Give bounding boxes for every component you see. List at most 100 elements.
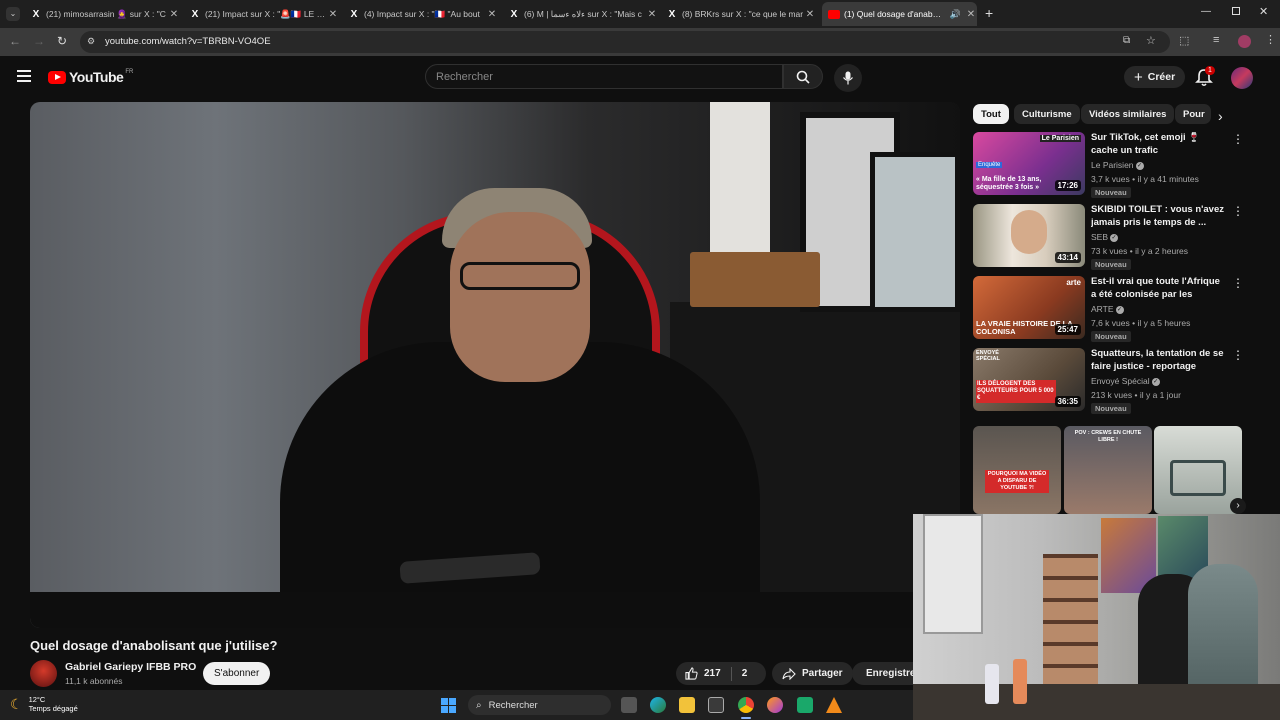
share-button[interactable]: Partager (772, 662, 853, 685)
chrome-icon[interactable] (738, 697, 754, 713)
create-label: Créer (1147, 71, 1176, 83)
chip-culturisme[interactable]: Culturisme (1014, 104, 1080, 124)
windows-start-icon[interactable] (441, 698, 456, 713)
tab-close-icon[interactable]: ✕ (646, 9, 658, 20)
youtube-play-icon (48, 70, 66, 84)
recommendation-item[interactable]: Le Parisien Enquête « Ma fille de 13 ans… (973, 132, 1273, 200)
store-icon[interactable] (708, 697, 724, 713)
new-badge: Nouveau (1091, 187, 1131, 198)
chip-for-you[interactable]: Pour (1175, 104, 1211, 124)
subscribe-button[interactable]: S'abonner (203, 662, 271, 685)
more-actions-icon[interactable]: ⋮ (1232, 276, 1244, 290)
video-thumbnail[interactable]: Le Parisien Enquête « Ma fille de 13 ans… (973, 132, 1085, 195)
minimize-window-icon[interactable]: — (1201, 6, 1211, 17)
short-thumbnail[interactable]: POV : CREWS EN CHUTE LIBRE ! (1064, 426, 1152, 514)
video-title: Quel dosage d'anabolisant que j'utilise? (30, 638, 278, 653)
share-arrow-icon (782, 667, 796, 680)
new-tab-button[interactable]: + (985, 5, 993, 21)
browser-tab[interactable]: X (21) Impact sur X : "🚨🇫🇷 LE RA ✕ (189, 4, 339, 24)
install-app-icon[interactable]: ⧉ (1123, 35, 1130, 46)
tab-close-icon[interactable]: ✕ (168, 9, 180, 20)
search-input[interactable] (426, 65, 782, 88)
video-title[interactable]: SKIBIDI TOILET : vous n'avez jamais pris… (1091, 204, 1226, 229)
account-avatar[interactable] (1231, 67, 1253, 89)
search-field[interactable] (425, 64, 783, 89)
taskbar-search[interactable]: ⌕ Rechercher (468, 695, 611, 715)
menu-hamburger-icon[interactable] (17, 70, 31, 82)
file-explorer-icon[interactable] (679, 697, 695, 713)
browser-menu-icon[interactable]: ⋮ (1265, 33, 1276, 46)
short-thumbnail[interactable] (1154, 426, 1242, 514)
channel-name[interactable]: SEB ✓ (1091, 232, 1119, 242)
bookmark-star-icon[interactable]: ☆ (1146, 34, 1156, 47)
channel-name[interactable]: Le Parisien ✓ (1091, 160, 1144, 170)
video-meta: 3,7 k vues • il y a 41 minutes (1091, 174, 1199, 184)
moon-weather-icon: ☾ (10, 695, 23, 712)
browser-tab[interactable]: X (6) M | ءلاه ءسما sur X : "Mais c ✕ (508, 4, 658, 24)
browser-tab-active[interactable]: (1) Quel dosage d'anabolisan 🔊 ✕ (822, 2, 977, 26)
channel-name[interactable]: Envoyé Spécial ✓ (1091, 376, 1160, 386)
edge-icon[interactable] (650, 697, 666, 713)
more-actions-icon[interactable]: ⋮ (1232, 204, 1244, 218)
reload-icon[interactable]: ↻ (57, 34, 67, 48)
vlc-icon[interactable] (826, 697, 842, 713)
chips-next-chevron-icon[interactable]: › (1218, 108, 1223, 124)
video-title[interactable]: Est-il vrai que toute l'Afrique a été co… (1091, 276, 1226, 301)
close-window-icon[interactable]: ✕ (1259, 5, 1268, 18)
chip-related-videos[interactable]: Vidéos similaires (1081, 104, 1175, 124)
speaker-icon[interactable]: 🔊 (950, 9, 961, 20)
site-info-icon[interactable]: ⚙ (87, 36, 95, 47)
new-badge: Nouveau (1091, 331, 1131, 342)
firefox-icon[interactable] (767, 697, 783, 713)
channel-avatar[interactable] (30, 660, 57, 687)
more-actions-icon[interactable]: ⋮ (1232, 348, 1244, 362)
profile-avatar-icon[interactable] (1238, 35, 1251, 48)
recommendation-item[interactable]: 43:14 SKIBIDI TOILET : vous n'avez jamai… (973, 204, 1273, 272)
like-button[interactable]: 217 (676, 667, 721, 680)
channel-name[interactable]: Gabriel Gariepy IFBB PRO (65, 661, 196, 673)
video-meta: 7,6 k vues • il y a 5 heures (1091, 318, 1191, 328)
video-scene-person (280, 342, 760, 628)
webcam-bottle (985, 664, 999, 704)
task-view-icon[interactable] (621, 697, 637, 713)
tab-close-icon[interactable]: ✕ (965, 9, 977, 20)
recommendation-item[interactable]: ENVOYÉ SPÉCIAL ILS DÉLOGENT DES SQUATTEU… (973, 348, 1273, 416)
app-icon[interactable] (797, 697, 813, 713)
create-button[interactable]: + Créer (1124, 66, 1186, 88)
browser-tab[interactable]: X (4) Impact sur X : "🇫🇷 "Au bout ✕ (348, 4, 498, 24)
voice-search-button[interactable] (834, 64, 862, 92)
weather-widget[interactable]: ☾ 12°C Temps dégagé (10, 695, 78, 713)
recommendation-item[interactable]: arte LA VRAIE HISTOIRE DE LA COLONISA 25… (973, 276, 1273, 344)
weather-condition: Temps dégagé (28, 704, 78, 713)
tab-close-icon[interactable]: ✕ (486, 9, 498, 20)
youtube-header: YouTube FR + Créer 1 (0, 56, 1280, 100)
extensions-icon[interactable]: ⬚ (1179, 34, 1189, 47)
x-logo-icon: X (32, 8, 40, 20)
thumbnail-logo: arte (1066, 278, 1081, 287)
short-thumbnail[interactable]: POURQUOI MA VIDÉO A DISPARU DE YOUTUBE ?… (973, 426, 1061, 514)
address-bar[interactable]: ⚙ youtube.com/watch?v=TBRBN-VO4OE ⧉ ☆ (80, 31, 1170, 53)
video-thumbnail[interactable]: ENVOYÉ SPÉCIAL ILS DÉLOGENT DES SQUATTEU… (973, 348, 1085, 411)
media-controls-icon[interactable]: ≡ (1213, 34, 1219, 46)
youtube-logo[interactable]: YouTube FR (48, 69, 133, 85)
video-player[interactable] (30, 102, 960, 628)
search-button[interactable] (783, 64, 823, 89)
video-thumbnail[interactable]: 43:14 (973, 204, 1085, 267)
tab-search-icon[interactable]: ⌄ (6, 7, 20, 21)
video-title[interactable]: Sur TikTok, cet emoji 🍷 cache un trafic … (1091, 132, 1226, 157)
dislike-count[interactable]: 2 (742, 668, 748, 679)
tab-close-icon[interactable]: ✕ (804, 9, 816, 20)
save-button[interactable]: Enregistrer (852, 662, 913, 685)
browser-tab[interactable]: X (21) mimosarrasin 🧕 sur X : "C ✕ (30, 4, 180, 24)
more-actions-icon[interactable]: ⋮ (1232, 132, 1244, 146)
browser-tab[interactable]: X (8) BRKrs sur X : "ce que le mar ✕ (666, 4, 816, 24)
channel-name[interactable]: ARTE ✓ (1091, 304, 1124, 314)
back-arrow-icon[interactable]: ← (9, 34, 21, 48)
video-thumbnail[interactable]: arte LA VRAIE HISTOIRE DE LA COLONISA 25… (973, 276, 1085, 339)
forward-arrow-icon[interactable]: → (33, 34, 45, 48)
shorts-next-chevron-icon[interactable]: › (1230, 498, 1246, 514)
restore-window-icon[interactable] (1232, 7, 1240, 15)
chip-all[interactable]: Tout (973, 104, 1009, 124)
video-title[interactable]: Squatteurs, la tentation de se faire jus… (1091, 348, 1226, 373)
tab-close-icon[interactable]: ✕ (327, 9, 339, 20)
